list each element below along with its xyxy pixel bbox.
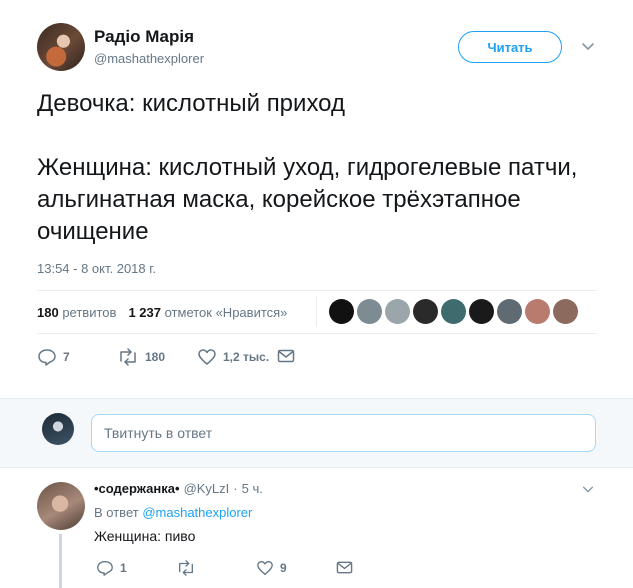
retweet-icon	[120, 348, 136, 366]
liker-avatar[interactable]	[357, 299, 382, 324]
follow-button[interactable]: Читать	[458, 31, 562, 63]
chevron-down-icon[interactable]	[581, 482, 595, 496]
reply-text: Женщина: пиво	[94, 528, 196, 544]
tweet-text: Девочка: кислотный приход Женщина: кисло…	[37, 88, 607, 248]
reply-header: •содержанка• @KyLzI · 5 ч.	[94, 481, 263, 496]
tweet-stats: 180 ретвитов 1 237 отметок «Нравится»	[37, 305, 287, 320]
reply-icon	[38, 349, 56, 366]
thread-line	[59, 534, 62, 588]
divider	[37, 290, 597, 291]
divider	[316, 296, 317, 327]
retweet-action[interactable]	[176, 559, 202, 577]
reply-author-handle[interactable]: @KyLzI	[184, 481, 230, 496]
tweet-paragraph: Девочка: кислотный приход	[37, 90, 345, 117]
reply-input[interactable]: Твитнуть в ответ	[91, 414, 596, 452]
retweet-count: 180	[145, 350, 166, 364]
liker-avatar[interactable]	[441, 299, 466, 324]
tweet-timestamp[interactable]: 13:54 - 8 окт. 2018 г.	[37, 261, 156, 276]
reply-count: 7	[63, 350, 70, 364]
reply-author-name[interactable]: •содержанка•	[94, 481, 180, 496]
reply-icon	[97, 561, 113, 576]
author-handle[interactable]: @mashathexplorer	[94, 51, 204, 66]
reply-action[interactable]: 1	[96, 559, 127, 577]
retweet-action[interactable]: 180	[117, 347, 165, 367]
liker-avatar[interactable]	[469, 299, 494, 324]
like-action[interactable]: 1,2 тыс.	[197, 347, 269, 367]
liker-avatar[interactable]	[413, 299, 438, 324]
liker-avatar[interactable]	[553, 299, 578, 324]
envelope-icon	[277, 349, 295, 363]
reply-count: 1	[120, 561, 127, 575]
liker-avatar[interactable]	[385, 299, 410, 324]
liker-avatar[interactable]	[497, 299, 522, 324]
reply-actions: 1 9	[96, 559, 366, 579]
direct-message-action[interactable]	[277, 347, 295, 365]
likers-avatars[interactable]	[329, 299, 578, 324]
replying-to-handle[interactable]: @mashathexplorer	[142, 505, 252, 520]
liker-avatar[interactable]	[329, 299, 354, 324]
like-count: 9	[280, 561, 287, 575]
replying-to: В ответ @mashathexplorer	[94, 505, 253, 520]
liker-avatar[interactable]	[525, 299, 550, 324]
separator-dot: ·	[233, 481, 238, 496]
author-avatar[interactable]	[37, 23, 85, 71]
retweet-icon	[179, 560, 193, 576]
like-action[interactable]: 9	[256, 559, 287, 577]
heart-icon	[198, 349, 216, 365]
tweet-actions: 7 180 1,2 тыс.	[37, 347, 337, 371]
like-count: 1,2 тыс.	[223, 350, 270, 364]
direct-message-action[interactable]	[336, 559, 353, 576]
tweet-detail: Радіо Марія @mashathexplorer Читать Дево…	[0, 0, 633, 398]
author-name[interactable]: Радіо Марія	[94, 27, 194, 47]
envelope-icon	[336, 561, 353, 574]
reply-composer: Твитнуть в ответ	[0, 398, 633, 468]
retweets-stat[interactable]: 180 ретвитов	[37, 305, 116, 320]
likes-stat[interactable]: 1 237 отметок «Нравится»	[128, 305, 287, 320]
chevron-down-icon[interactable]	[580, 38, 596, 54]
heart-icon	[257, 561, 273, 575]
reply-tweet[interactable]: •содержанка• @KyLzI · 5 ч. В ответ @mash…	[0, 468, 633, 588]
reply-author-avatar[interactable]	[37, 482, 85, 530]
divider	[37, 333, 597, 334]
reply-action[interactable]: 7	[37, 347, 70, 367]
tweet-paragraph: Женщина: кислотный уход, гидрогелевые па…	[37, 154, 578, 245]
user-avatar[interactable]	[42, 413, 74, 445]
reply-time[interactable]: 5 ч.	[242, 481, 263, 496]
